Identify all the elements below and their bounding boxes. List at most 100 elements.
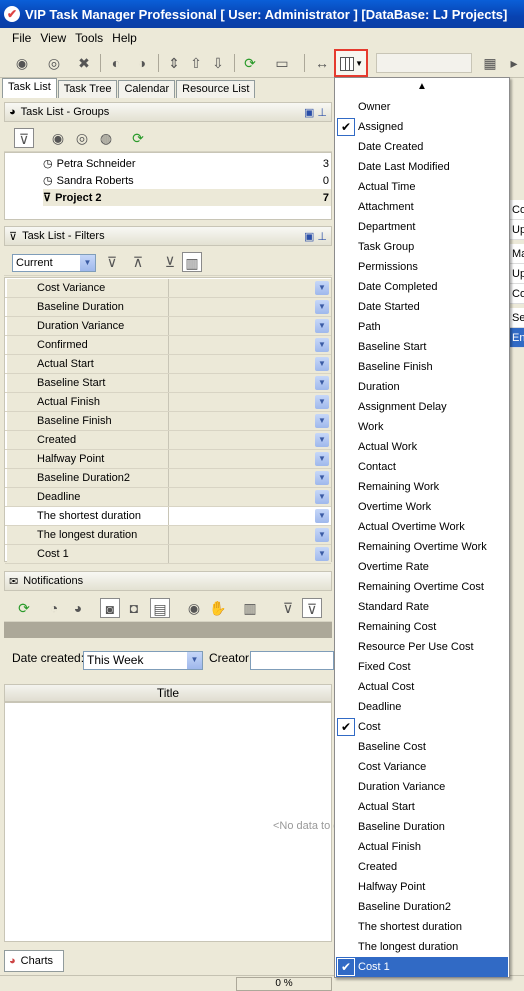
refresh-groups-icon[interactable]: ⟳ [128, 128, 148, 148]
filter-value-cell[interactable]: ▼ [169, 374, 331, 392]
chevron-down-icon[interactable]: ▼ [315, 414, 329, 428]
column-menu-item[interactable]: Cost Variance [336, 757, 508, 777]
filter-delete-icon[interactable]: ▥ [182, 252, 202, 272]
column-menu-item[interactable]: Attachment [336, 197, 508, 217]
filter-value-cell[interactable]: ▼ [169, 488, 331, 506]
title-column-header[interactable]: Title [4, 684, 332, 702]
toolbar-combo[interactable] [376, 53, 472, 73]
filter-row[interactable]: Cost 1 ▼ [5, 545, 331, 564]
tab-resource-list[interactable]: Resource List [176, 80, 256, 98]
chevron-down-icon[interactable]: ▼ [315, 547, 329, 561]
filter-value-cell[interactable]: ▼ [169, 393, 331, 411]
column-menu-item[interactable]: Date Started [336, 297, 508, 317]
notes-icon[interactable]: ▤ [150, 598, 170, 618]
filter-select[interactable]: Current ▼ [12, 254, 96, 272]
delete-task-icon[interactable]: ✖ [74, 53, 94, 73]
chevron-down-icon[interactable]: ▼ [315, 471, 329, 485]
column-menu-item[interactable]: ✔ Cost 1 [336, 957, 508, 977]
creator-input[interactable] [250, 651, 334, 670]
column-menu-item[interactable]: Overtime Rate [336, 557, 508, 577]
edit-group-icon[interactable]: ◎ [72, 128, 92, 148]
pin-icon[interactable]: ▣ ⊥ [304, 106, 327, 119]
menu-help[interactable]: Help [112, 31, 137, 45]
filter-value-cell[interactable]: ▼ [169, 298, 331, 316]
chevron-down-icon[interactable]: ▼ [315, 433, 329, 447]
filter-value-cell[interactable]: ▼ [169, 317, 331, 335]
filter-row[interactable]: Created ▼ [5, 431, 331, 450]
column-chooser-button[interactable]: ▼ [334, 49, 368, 77]
column-menu-item[interactable]: Contact [336, 457, 508, 477]
column-menu-item[interactable]: Remaining Cost [336, 617, 508, 637]
chevron-down-icon[interactable]: ▼ [315, 281, 329, 295]
tab-task-tree[interactable]: Task Tree [57, 80, 118, 98]
column-menu-item[interactable]: Actual Work [336, 437, 508, 457]
column-menu-item[interactable]: Created [336, 857, 508, 877]
column-menu-item[interactable]: Deadline [336, 697, 508, 717]
column-menu-item[interactable]: Resource Per Use Cost [336, 637, 508, 657]
filter-row[interactable]: Baseline Start ▼ [5, 374, 331, 393]
chevron-down-icon[interactable]: ▼ [315, 300, 329, 314]
filter-row[interactable]: Baseline Duration ▼ [5, 298, 331, 317]
column-menu-item[interactable]: The longest duration [336, 937, 508, 957]
chevron-down-icon[interactable]: ▼ [315, 357, 329, 371]
filter-value-cell[interactable]: ▼ [169, 431, 331, 449]
menu-file[interactable]: File [12, 31, 31, 45]
column-menu-item[interactable]: Actual Finish [336, 837, 508, 857]
grid-cell[interactable]: En [508, 328, 524, 348]
column-menu-item[interactable]: Baseline Start [336, 337, 508, 357]
chevron-down-icon[interactable]: ▼ [315, 338, 329, 352]
column-menu-item[interactable]: Baseline Finish [336, 357, 508, 377]
add-group-icon[interactable]: ◉ [48, 128, 68, 148]
chevron-down-icon[interactable]: ▼ [315, 528, 329, 542]
pin-icon[interactable]: ▣ ⊥ [304, 230, 327, 243]
group-row[interactable]: ◷ Sandra Roberts 0 [43, 172, 331, 189]
filter-value-cell[interactable]: ▼ [169, 336, 331, 354]
column-menu-item[interactable]: Overtime Work [336, 497, 508, 517]
move-up-down-icon[interactable]: ⇕ [164, 53, 184, 73]
column-menu-item[interactable]: Remaining Overtime Work [336, 537, 508, 557]
filter-value-cell[interactable]: ▼ [169, 507, 331, 525]
column-menu-item[interactable]: Date Created [336, 137, 508, 157]
column-menu-item[interactable]: ✔ Assigned [336, 117, 508, 137]
filter-row[interactable]: Baseline Finish ▼ [5, 412, 331, 431]
print-icon[interactable]: ▭ [272, 53, 292, 73]
column-menu-item[interactable]: Date Completed [336, 277, 508, 297]
scroll-up-icon[interactable]: ▲ [335, 80, 509, 94]
column-menu-item[interactable]: Baseline Cost [336, 737, 508, 757]
column-menu-item[interactable]: Permissions [336, 257, 508, 277]
chevron-down-icon[interactable]: ▼ [80, 255, 95, 271]
column-menu-item[interactable]: Owner [336, 97, 508, 117]
new-task-icon[interactable]: ◉ [12, 53, 32, 73]
grid-cell[interactable]: Co [508, 200, 524, 220]
complete-task-icon[interactable]: ◐ [106, 53, 126, 73]
refresh-icon[interactable]: ⟳ [240, 53, 260, 73]
chevron-down-icon[interactable]: ▼ [315, 452, 329, 466]
filter-row[interactable]: Actual Finish ▼ [5, 393, 331, 412]
filter-value-cell[interactable]: ▼ [169, 469, 331, 487]
column-menu-item[interactable]: Actual Cost [336, 677, 508, 697]
grid-cell[interactable]: Up [508, 220, 524, 240]
filter-row[interactable]: Baseline Duration2 ▼ [5, 469, 331, 488]
fit-width-icon[interactable]: ↔ [312, 53, 332, 73]
column-menu-item[interactable]: Duration Variance [336, 777, 508, 797]
grid-cell[interactable]: Ma [508, 244, 524, 264]
column-menu-item[interactable]: ✔ Cost [336, 717, 508, 737]
filter-row[interactable]: Duration Variance ▼ [5, 317, 331, 336]
view-icon[interactable]: ◉ [184, 598, 204, 618]
read-icon[interactable]: ◔ [44, 598, 64, 618]
column-menu-item[interactable]: Halfway Point [336, 877, 508, 897]
menu-tools[interactable]: Tools [75, 31, 103, 45]
grid-cell[interactable]: Up [508, 264, 524, 284]
filter-row[interactable]: Halfway Point ▼ [5, 450, 331, 469]
chevron-down-icon[interactable]: ▼ [315, 319, 329, 333]
filter-row[interactable]: Deadline ▼ [5, 488, 331, 507]
column-menu-item[interactable]: Remaining Work [336, 477, 508, 497]
column-menu-item[interactable]: Date Last Modified [336, 157, 508, 177]
filter-row[interactable]: The longest duration ▼ [5, 526, 331, 545]
sent-icon[interactable]: ◘ [124, 598, 144, 618]
filter-icon[interactable]: ⊽ [14, 128, 34, 148]
column-menu-item[interactable]: Actual Time [336, 177, 508, 197]
charts-tab[interactable]: ◕ Charts [4, 950, 64, 972]
filter-row[interactable]: Actual Start ▼ [5, 355, 331, 374]
columns-icon[interactable]: ▥ [240, 598, 260, 618]
